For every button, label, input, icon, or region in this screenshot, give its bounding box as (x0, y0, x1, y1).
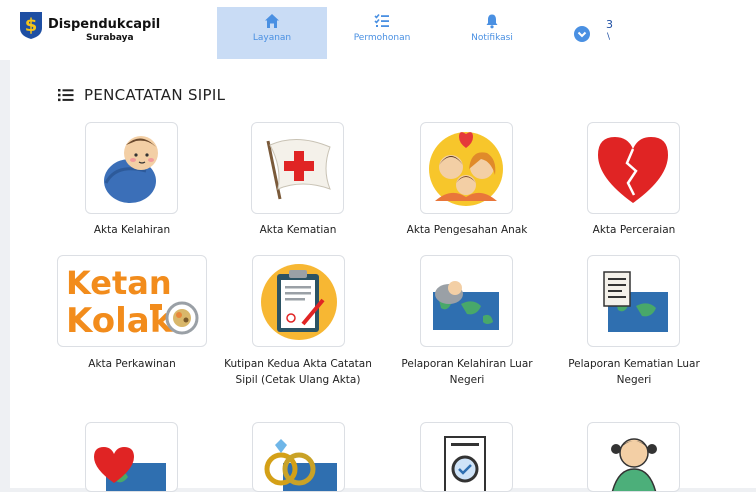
service-label-akta-perkawinan: Akta Perkawinan (88, 358, 176, 370)
chevron-down-circle-icon (574, 26, 590, 42)
user-detail-text: \ (607, 32, 611, 42)
service-label-akta-kematian: Akta Kematian (259, 224, 337, 236)
surabaya-emblem-icon: $ (20, 12, 42, 39)
user-initial: 3 (606, 18, 613, 31)
service-card-akta-kematian[interactable] (251, 122, 344, 214)
tab-permohonan-label: Permohonan (353, 33, 411, 43)
service-label-pelaporan-kelahiran-luar-negeri: Pelaporan Kelahiran Luar Negeri (401, 358, 533, 386)
svg-text:$: $ (25, 15, 38, 36)
tab-layanan-label: Layanan (252, 33, 292, 43)
baby-world-map-icon (433, 281, 499, 330)
tab-permohonan[interactable]: Permohonan (327, 7, 437, 59)
home-icon (265, 14, 279, 28)
service-label-akta-pengesahan-anak: Akta Pengesahan Anak (406, 224, 528, 236)
service-label-pelaporan-kematian-luar-negeri: Pelaporan Kematian Luar Negeri (568, 358, 700, 386)
broken-heart-world-map-icon (94, 447, 166, 491)
list-icon (58, 89, 74, 102)
service-card-kutipan-kedua-akta[interactable] (252, 255, 345, 347)
tab-layanan[interactable]: Layanan (217, 7, 327, 59)
service-card-akta-perceraian[interactable] (587, 122, 680, 214)
family-icon (429, 132, 503, 206)
service-label-akta-kelahiran: Akta Kelahiran (93, 224, 171, 236)
service-card-pelaporan-kematian-luar-negeri[interactable] (587, 255, 680, 347)
tab-notifikasi[interactable]: Notifikasi (437, 7, 547, 59)
app-brand-city: Surabaya (86, 33, 134, 43)
document-world-map-icon (603, 271, 668, 332)
service-label-kutipan-kedua-akta: Kutipan Kedua Akta Catatan Sipil (Cetak … (224, 358, 372, 386)
service-label-akta-perceraian: Akta Perceraian (592, 224, 676, 236)
tab-notifikasi-label: Notifikasi (471, 33, 513, 43)
ketan-kolak-logo: Ketan Kolak (66, 264, 199, 341)
app-brand-name[interactable]: Dispendukcapil (48, 18, 160, 31)
service-card-row3-3[interactable] (420, 422, 513, 492)
list-check-icon (374, 13, 389, 27)
wedding-rings-world-map-icon (264, 439, 337, 491)
document-search-icon (444, 436, 486, 491)
top-navigation-bar: $ Dispendukcapil Surabaya Layanan Permoh… (0, 0, 756, 60)
service-card-akta-perkawinan[interactable]: Ketan Kolak (57, 255, 207, 347)
service-card-akta-kelahiran[interactable] (85, 122, 178, 214)
clipboard-document-icon (261, 264, 337, 340)
service-card-akta-pengesahan-anak[interactable] (420, 122, 513, 214)
service-card-row3-4[interactable] (587, 422, 680, 492)
broken-heart-icon (598, 137, 668, 203)
section-title: PENCATATAN SIPIL (84, 86, 226, 104)
bell-icon (486, 14, 498, 29)
service-card-pelaporan-kelahiran-luar-negeri[interactable] (420, 255, 513, 347)
service-card-row3-2[interactable] (252, 422, 345, 492)
child-icon (611, 438, 657, 491)
baby-icon (104, 136, 158, 203)
service-card-row3-1[interactable] (85, 422, 178, 492)
red-cross-flag-icon (266, 139, 331, 200)
logo-text-ketan: Ketan (66, 264, 172, 302)
